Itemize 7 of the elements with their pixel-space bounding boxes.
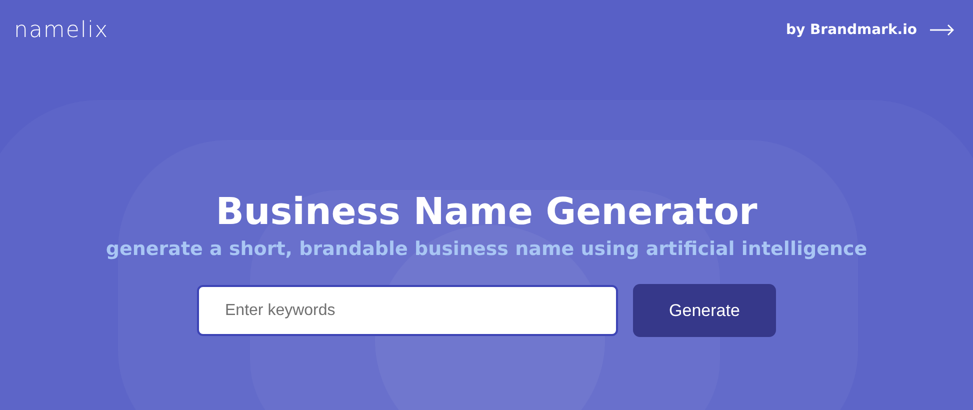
keywords-field[interactable]: Enter keywords [197, 285, 618, 336]
arrow-icon [929, 24, 955, 36]
generate-button[interactable]: Generate [633, 284, 776, 337]
page-title: Business Name Generator [216, 190, 758, 234]
logo[interactable]: namelix [14, 18, 109, 42]
brandmark-link[interactable]: by Brandmark.io [786, 22, 955, 38]
subtitle: generate a short, brandable business name using artificial intelligence [106, 237, 868, 262]
